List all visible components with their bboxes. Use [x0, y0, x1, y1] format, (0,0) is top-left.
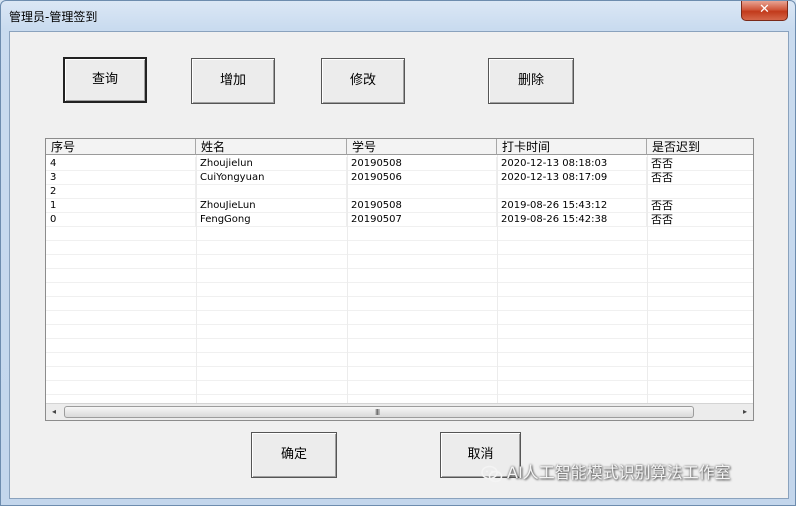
- title-bar[interactable]: 管理员-管理签到 ✕: [1, 1, 795, 31]
- cell-late: 否否: [647, 213, 753, 227]
- query-button[interactable]: 查询: [63, 57, 147, 103]
- scroll-left-icon[interactable]: ◂: [46, 404, 62, 420]
- column-divider: [196, 155, 197, 403]
- cell-name: FengGong: [196, 213, 347, 227]
- cell-student-id: 20190507: [347, 213, 497, 227]
- cell-seq: 0: [46, 213, 196, 227]
- column-divider: [647, 155, 648, 403]
- window-title: 管理员-管理签到: [9, 10, 98, 24]
- cell-name: CuiYongyuan: [196, 171, 347, 185]
- scrollbar-thumb[interactable]: III: [64, 406, 694, 418]
- close-button[interactable]: ✕: [741, 1, 788, 21]
- grip-icon: III: [375, 408, 380, 417]
- cell-name: Zhoujielun: [196, 157, 347, 171]
- column-divider: [497, 155, 498, 403]
- column-header-late[interactable]: 是否迟到: [647, 139, 753, 155]
- cell-student-id: 20190508: [347, 199, 497, 213]
- cell-seq: 1: [46, 199, 196, 213]
- add-button[interactable]: 增加: [191, 58, 275, 104]
- main-window: 管理员-管理签到 ✕ 查询 增加 修改 删除 序号 姓名 学号 打卡时间 是否迟…: [0, 0, 796, 506]
- cell-student-id: [347, 185, 497, 199]
- cell-name: [196, 185, 347, 199]
- cell-late: 否否: [647, 171, 753, 185]
- edit-button[interactable]: 修改: [321, 58, 405, 104]
- delete-button[interactable]: 删除: [488, 58, 574, 104]
- cell-seq: 2: [46, 185, 196, 199]
- dialog-client-area: 查询 增加 修改 删除 序号 姓名 学号 打卡时间 是否迟到 4 Zhoujie…: [9, 31, 789, 499]
- cell-seq: 4: [46, 157, 196, 171]
- column-header-student-id[interactable]: 学号: [347, 139, 497, 155]
- cell-late: 否否: [647, 199, 753, 213]
- cell-name: ZhouJieLun: [196, 199, 347, 213]
- attendance-grid[interactable]: 序号 姓名 学号 打卡时间 是否迟到 4 Zhoujielun 20190508…: [45, 138, 754, 421]
- wechat-icon: [481, 465, 503, 482]
- cell-seq: 3: [46, 171, 196, 185]
- column-header-seq[interactable]: 序号: [46, 139, 196, 155]
- cell-checkin-time: 2020-12-13 08:18:03: [497, 157, 647, 171]
- ok-button[interactable]: 确定: [251, 432, 337, 478]
- cell-late: 否否: [647, 157, 753, 171]
- cell-checkin-time: 2020-12-13 08:17:09: [497, 171, 647, 185]
- close-icon: ✕: [759, 2, 770, 17]
- horizontal-scrollbar[interactable]: ◂ III ▸: [46, 403, 753, 420]
- cell-checkin-time: [497, 185, 647, 199]
- cell-late: [647, 185, 753, 199]
- scroll-right-icon[interactable]: ▸: [737, 404, 753, 420]
- column-header-checkin-time[interactable]: 打卡时间: [497, 139, 647, 155]
- cell-student-id: 20190506: [347, 171, 497, 185]
- cell-checkin-time: 2019-08-26 15:43:12: [497, 199, 647, 213]
- grid-header: 序号 姓名 学号 打卡时间 是否迟到: [46, 139, 753, 155]
- watermark-text: AI人工智能模式识别算法工作室: [507, 463, 731, 482]
- watermark: AI人工智能模式识别算法工作室: [481, 460, 731, 486]
- cell-checkin-time: 2019-08-26 15:42:38: [497, 213, 647, 227]
- column-divider: [347, 155, 348, 403]
- cell-student-id: 20190508: [347, 157, 497, 171]
- column-header-name[interactable]: 姓名: [196, 139, 347, 155]
